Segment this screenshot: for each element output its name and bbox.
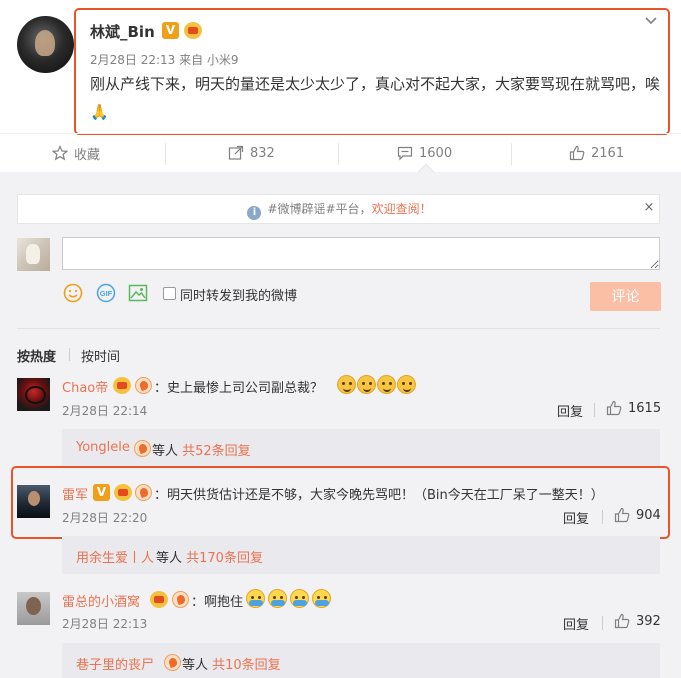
comment-like-count: 392 [636,613,661,629]
reply-button[interactable]: 回复 [563,614,589,633]
comment-text: ：史上最惨上司公司副总裁？ [154,381,324,396]
notice-link[interactable]: 欢迎查阅！ [372,202,432,216]
action-divider [165,143,166,165]
sort-divider [17,328,660,329]
action-divider [511,143,512,165]
action-bar: 收藏 832 1600 2161 [0,133,681,171]
repost-button[interactable]: 832 [228,134,275,172]
info-icon: i [247,206,262,220]
sub-reply-box[interactable]: 巷子里的丧尸 等人 共10条回复 [62,643,660,678]
comment-text: ：啊抱住 [191,595,244,610]
action-divider [594,403,595,417]
comment-like-button[interactable]: 392 [614,613,661,629]
sub-reply-text: 等人 [152,444,183,459]
thumbs-up-icon [606,400,622,416]
thumbs-up-icon [614,613,630,629]
thumbs-up-icon [569,145,585,161]
comment-like-button[interactable]: 1615 [606,400,661,416]
fan-badge-icon [164,654,181,671]
laugh-emoji-icon [377,375,396,394]
gif-icon[interactable]: GIF [96,283,116,303]
comment-count: 1600 [419,145,453,161]
my-avatar[interactable] [17,238,50,271]
hug-emoji-icon [312,589,331,608]
action-divider [338,143,339,165]
sub-reply-text: 等人 [182,658,213,673]
commenter-name[interactable]: 雷总的小酒窝 [62,591,140,610]
comment-time: 2月28日 22:13 [62,617,148,631]
sub-reply-name[interactable]: 用余生爱丨人 [76,547,154,566]
post-author-avatar[interactable] [17,16,74,73]
hug-emoji-icon [246,589,265,608]
action-divider [602,616,603,630]
laugh-emoji-icon [357,375,376,394]
sub-reply-count[interactable]: 共52条回复 [182,444,251,459]
star-icon [52,145,68,161]
repost-count: 832 [250,145,275,161]
sub-reply-box[interactable]: Yonglele 等人 共52条回复 [62,429,660,467]
notice-text: 平台， [335,202,372,216]
fan-badge-icon[interactable] [135,377,152,394]
laugh-emoji-icon [337,375,356,394]
sub-reply-count[interactable]: 共170条回复 [186,551,263,566]
close-icon[interactable]: × [642,201,656,215]
commenter-name[interactable]: Chao帝 [62,377,108,396]
commenter-avatar[interactable] [17,592,50,625]
reply-button[interactable]: 回复 [557,401,583,420]
member-badge-icon[interactable] [113,377,131,394]
repost-checkbox[interactable] [163,287,176,300]
comment-input[interactable] [62,237,660,270]
member-badge-icon[interactable] [150,591,168,608]
emoji-icon[interactable] [63,283,83,303]
comment-highlight-frame [11,466,670,539]
laugh-emoji-icon [397,375,416,394]
hug-emoji-icon [268,589,287,608]
like-count: 2161 [591,145,625,161]
tab-sort-hot[interactable]: 按热度 [17,346,56,365]
sub-reply-name[interactable]: Yonglele [76,440,130,455]
tab-sort-time[interactable]: 按时间 [81,346,120,365]
comment-like-count: 1615 [628,400,662,416]
like-button[interactable]: 2161 [569,134,624,172]
svg-text:GIF: GIF [100,289,113,298]
hug-emoji-icon [290,589,309,608]
sort-separator [69,348,70,361]
sub-reply-count[interactable]: 共10条回复 [212,658,281,673]
fan-badge-icon[interactable] [172,591,189,608]
favorite-button[interactable]: 收藏 [52,134,100,172]
sub-reply-text: 等人 [156,551,187,566]
fan-badge-icon [134,440,151,457]
comment-time: 2月28日 22:14 [62,404,148,418]
sub-reply-name[interactable]: 巷子里的丧尸 [76,654,154,673]
favorite-label: 收藏 [74,147,101,163]
comment-submit-button[interactable]: 评论 [590,282,661,311]
image-icon[interactable] [128,283,148,303]
sub-reply-box[interactable]: 用余生爱丨人 等人 共170条回复 [62,536,660,574]
notice-hashtag[interactable]: #微博辟谣# [267,202,335,216]
commenter-avatar[interactable] [17,378,50,411]
rumor-notice: i #微博辟谣#平台，欢迎查阅！ × [17,194,660,224]
share-icon [228,145,244,160]
comment-icon [397,146,413,161]
repost-label: 同时转发到我的微博 [180,289,298,304]
post-highlight-frame [74,8,670,135]
